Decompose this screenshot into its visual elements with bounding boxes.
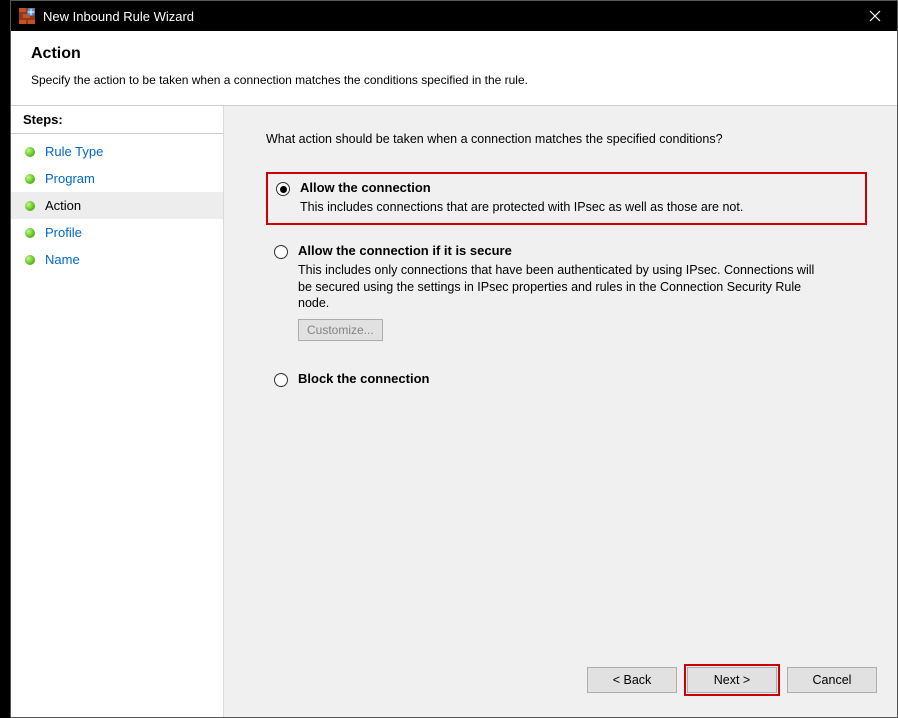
back-button[interactable]: < Back — [587, 667, 677, 693]
dialog-buttons: < Back Next > Cancel — [224, 667, 897, 717]
option-block[interactable]: Block the connection — [266, 365, 867, 398]
page-title: Action — [31, 45, 877, 63]
option-desc: This includes only connections that have… — [298, 262, 818, 311]
option-allow[interactable]: Allow the connection This includes conne… — [266, 172, 867, 225]
steps-list: Rule Type Program Action Profile — [11, 134, 223, 273]
bullet-icon — [25, 201, 35, 211]
step-label: Action — [45, 198, 81, 213]
step-label: Rule Type — [45, 144, 103, 159]
customize-button: Customize... — [298, 319, 383, 341]
prompt-text: What action should be taken when a conne… — [266, 132, 867, 146]
radio-allow[interactable] — [276, 182, 290, 196]
bullet-icon — [25, 228, 35, 238]
wizard-header: Action Specify the action to be taken wh… — [11, 31, 897, 106]
steps-sidebar: Steps: Rule Type Program Action — [11, 106, 224, 717]
titlebar: New Inbound Rule Wizard — [11, 1, 897, 31]
radio-block[interactable] — [274, 373, 288, 387]
cancel-button[interactable]: Cancel — [787, 667, 877, 693]
close-icon — [869, 10, 881, 22]
left-border — [0, 0, 10, 718]
window-title: New Inbound Rule Wizard — [43, 9, 852, 24]
main-content: What action should be taken when a conne… — [224, 106, 897, 667]
bullet-icon — [25, 255, 35, 265]
steps-header: Steps: — [11, 106, 223, 134]
wizard-window: New Inbound Rule Wizard Action Specify t… — [10, 0, 898, 718]
step-label: Profile — [45, 225, 82, 240]
option-desc: This includes connections that are prote… — [300, 199, 820, 215]
step-action[interactable]: Action — [11, 192, 223, 219]
step-name[interactable]: Name — [11, 246, 223, 273]
bullet-icon — [25, 147, 35, 157]
option-title: Allow the connection if it is secure — [298, 243, 859, 258]
steps-label: Steps: — [23, 112, 63, 127]
bullet-icon — [25, 174, 35, 184]
radio-allow-secure[interactable] — [274, 245, 288, 259]
option-title: Block the connection — [298, 371, 859, 386]
step-rule-type[interactable]: Rule Type — [11, 138, 223, 165]
page-subtitle: Specify the action to be taken when a co… — [31, 73, 877, 87]
step-program[interactable]: Program — [11, 165, 223, 192]
step-label: Program — [45, 171, 95, 186]
step-label: Name — [45, 252, 80, 267]
radio-dot-icon — [280, 186, 287, 193]
next-button[interactable]: Next > — [687, 667, 777, 693]
main-panel: What action should be taken when a conne… — [224, 106, 897, 717]
step-profile[interactable]: Profile — [11, 219, 223, 246]
close-button[interactable] — [852, 1, 897, 31]
firewall-icon — [19, 8, 35, 24]
option-title: Allow the connection — [300, 180, 857, 195]
option-allow-secure[interactable]: Allow the connection if it is secure Thi… — [266, 237, 867, 349]
